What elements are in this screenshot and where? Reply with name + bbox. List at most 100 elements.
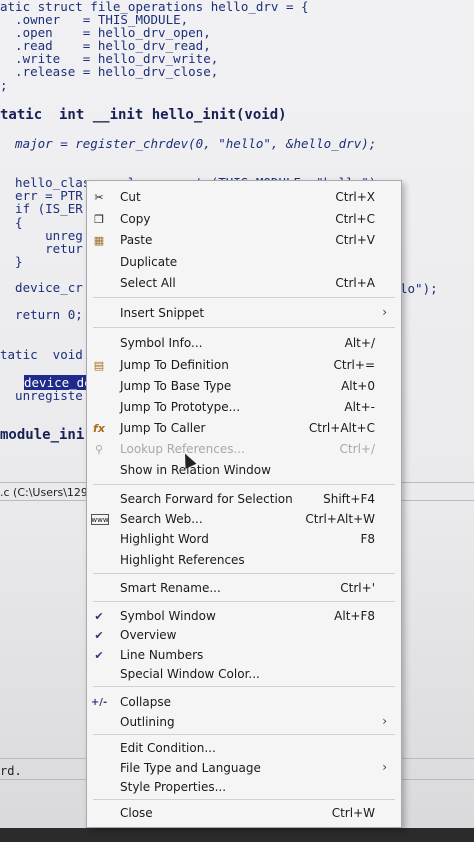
menu-item-shortcut: Ctrl+' xyxy=(340,581,375,595)
menu-item-label: Jump To Definition xyxy=(120,358,229,372)
menu-item-jump-to-definition[interactable]: ▤ Jump To Definition Ctrl+= xyxy=(87,355,401,375)
menu-separator xyxy=(93,573,395,574)
menu-item-jump-to-base-type[interactable]: Jump To Base Type Alt+0 xyxy=(87,376,401,396)
code-line: ; xyxy=(0,78,8,93)
jump-definition-icon: ▤ xyxy=(93,358,105,372)
menu-item-jump-to-caller[interactable]: fx Jump To Caller Ctrl+Alt+C xyxy=(87,418,401,438)
menu-item-shortcut: Alt+0 xyxy=(341,379,375,393)
menu-item-copy[interactable]: ❐ Copy Ctrl+C xyxy=(87,209,401,229)
jump-caller-icon: fx xyxy=(93,421,105,435)
menu-item-shortcut: Ctrl+X xyxy=(335,190,375,204)
menu-item-paste[interactable]: ▦ Paste Ctrl+V xyxy=(87,230,401,250)
menu-separator xyxy=(93,799,395,800)
paste-icon: ▦ xyxy=(93,233,105,247)
menu-item-label: Symbol Info... xyxy=(120,336,203,350)
menu-item-symbol-info[interactable]: Symbol Info... Alt+/ xyxy=(87,333,401,353)
menu-item-label: Show in Relation Window xyxy=(120,463,271,477)
menu-item-label: Line Numbers xyxy=(120,648,204,662)
menu-item-lookup-references[interactable]: ⚲ Lookup References... Ctrl+/ xyxy=(87,439,401,459)
menu-item-label: Duplicate xyxy=(120,255,178,269)
scissors-icon: ✂ xyxy=(94,190,104,204)
code-line-tail: lo"); xyxy=(400,281,438,296)
menu-item-shortcut: Alt+F8 xyxy=(334,609,375,623)
menu-item-label: Style Properties... xyxy=(120,780,227,794)
menu-item-label: Jump To Prototype... xyxy=(120,400,241,414)
code-line: major = register_chrdev(0, "hello", &hel… xyxy=(0,136,377,151)
menu-item-shortcut: Ctrl+V xyxy=(335,233,375,247)
menu-item-search-forward[interactable]: Search Forward for Selection Shift+F4 xyxy=(87,489,401,509)
menu-item-shortcut: F8 xyxy=(360,532,375,546)
checkmark-icon: ✔ xyxy=(94,648,104,662)
code-line: device_cr xyxy=(0,280,83,295)
menu-item-label: Search Forward for Selection xyxy=(120,492,293,506)
menu-item-shortcut: Alt+- xyxy=(344,400,375,414)
taskbar-strip xyxy=(0,828,474,842)
menu-item-select-all[interactable]: Select All Ctrl+A xyxy=(87,273,401,293)
menu-item-label: Cut xyxy=(120,190,141,204)
menu-separator xyxy=(93,327,395,328)
menu-item-label: Special Window Color... xyxy=(120,667,260,681)
menu-item-close[interactable]: Close Ctrl+W xyxy=(87,803,401,823)
menu-item-label: Select All xyxy=(120,276,176,290)
submenu-arrow-icon: › xyxy=(382,760,387,774)
menu-item-shortcut: Ctrl+C xyxy=(335,212,375,226)
menu-item-line-numbers[interactable]: ✔ Line Numbers xyxy=(87,645,401,665)
code-line: tatic void xyxy=(0,347,83,362)
menu-separator xyxy=(93,734,395,735)
code-line: if (IS_ER xyxy=(0,201,83,216)
menu-item-outlining[interactable]: Outlining › xyxy=(87,712,401,732)
lookup-references-icon: ⚲ xyxy=(94,442,104,456)
menu-item-shortcut: Ctrl+= xyxy=(333,358,375,372)
checkmark-icon: ✔ xyxy=(94,628,104,642)
menu-item-shortcut: Ctrl+A xyxy=(335,276,375,290)
menu-item-shortcut: Ctrl+Alt+C xyxy=(308,421,375,435)
code-line: } xyxy=(0,254,23,269)
menu-item-highlight-word[interactable]: Highlight Word F8 xyxy=(87,529,401,549)
menu-item-label: Copy xyxy=(120,212,151,226)
menu-item-label: Symbol Window xyxy=(120,609,216,623)
menu-item-file-type-and-language[interactable]: File Type and Language › xyxy=(87,758,401,778)
menu-item-label: Close xyxy=(120,806,153,820)
menu-item-edit-condition[interactable]: Edit Condition... xyxy=(87,738,401,758)
copy-icon: ❐ xyxy=(94,212,104,226)
menu-item-show-in-relation-window[interactable]: Show in Relation Window xyxy=(87,460,401,480)
code-line: unregiste xyxy=(0,388,83,403)
menu-item-smart-rename[interactable]: Smart Rename... Ctrl+' xyxy=(87,578,401,598)
search-web-icon: www xyxy=(91,514,109,525)
menu-item-insert-snippet[interactable]: Insert Snippet › xyxy=(87,303,401,323)
code-line: return 0; xyxy=(0,307,83,322)
menu-item-label: Highlight References xyxy=(120,553,245,567)
menu-item-duplicate[interactable]: Duplicate xyxy=(87,252,401,272)
menu-item-overview[interactable]: ✔ Overview xyxy=(87,625,401,645)
code-line: .release = hello_drv_close, xyxy=(0,64,219,79)
function-header: tatic int __init hello_init(void) xyxy=(0,107,287,123)
menu-item-label: Collapse xyxy=(120,695,171,709)
menu-item-jump-to-prototype[interactable]: Jump To Prototype... Alt+- xyxy=(87,397,401,417)
menu-item-label: Highlight Word xyxy=(120,532,209,546)
menu-item-label: Edit Condition... xyxy=(120,741,216,755)
menu-item-label: Outlining xyxy=(120,715,175,729)
menu-item-shortcut: Alt+/ xyxy=(344,336,375,350)
collapse-icon: +/- xyxy=(90,696,108,708)
menu-separator xyxy=(93,601,395,602)
context-menu: ✂ Cut Ctrl+X ❐ Copy Ctrl+C ▦ Paste Ctrl+… xyxy=(86,180,402,828)
menu-item-collapse[interactable]: +/- Collapse xyxy=(87,692,401,712)
menu-item-label: Paste xyxy=(120,233,153,247)
menu-separator xyxy=(93,686,395,687)
menu-item-label: Jump To Base Type xyxy=(120,379,232,393)
menu-separator xyxy=(93,297,395,298)
menu-item-symbol-window[interactable]: ✔ Symbol Window Alt+F8 xyxy=(87,606,401,626)
status-text: rd. xyxy=(0,764,22,778)
submenu-arrow-icon: › xyxy=(382,714,387,728)
menu-item-style-properties[interactable]: Style Properties... xyxy=(87,777,401,797)
menu-item-shortcut: Shift+F4 xyxy=(323,492,375,506)
menu-item-special-window-color[interactable]: Special Window Color... xyxy=(87,664,401,684)
menu-item-shortcut: Ctrl+W xyxy=(331,806,375,820)
menu-item-label: File Type and Language xyxy=(120,761,261,775)
menu-item-highlight-references[interactable]: Highlight References xyxy=(87,550,401,570)
menu-item-cut[interactable]: ✂ Cut Ctrl+X xyxy=(87,187,401,207)
menu-item-search-web[interactable]: www Search Web... Ctrl+Alt+W xyxy=(87,509,401,529)
menu-item-label: Search Web... xyxy=(120,512,203,526)
menu-item-shortcut: Ctrl+/ xyxy=(339,442,375,456)
menu-separator xyxy=(93,484,395,485)
